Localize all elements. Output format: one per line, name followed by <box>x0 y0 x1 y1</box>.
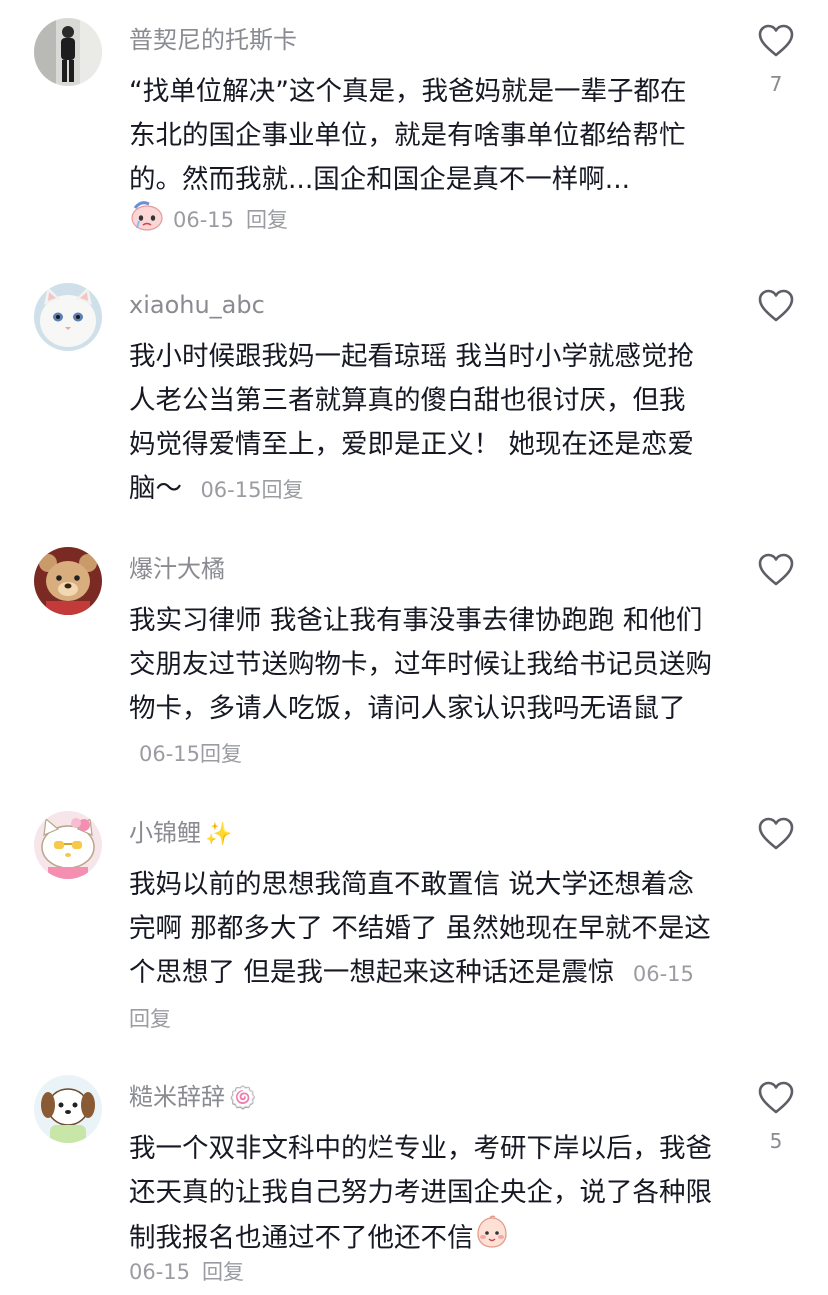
reply-button[interactable]: 回复 <box>246 205 288 235</box>
comment-item: 爆汁大橘 我实习律师 我爸让我有事没事去律协跑跑 和他们交朋友过节送购物卡，过年… <box>0 547 828 767</box>
like-area <box>752 817 800 865</box>
username-text: 糙米辞辞 <box>129 1083 225 1111</box>
comment-date: 06-15 <box>139 742 201 766</box>
comment-meta: 06-15 回复 <box>129 200 288 240</box>
comment-item: 小锦鲤 ✨ 我妈以前的思想我简直不敢置信 说大学还想着念完啊 那都多大了 不结婚了… <box>0 811 828 1041</box>
comment-text: 我妈以前的思想我简直不敢置信 说大学还想着念完啊 那都多大了 不结婚了 虽然她现… <box>129 863 719 1041</box>
blushing-face-sticker-icon <box>474 1215 510 1263</box>
comment-date: 06-15 <box>173 208 235 232</box>
like-area: 7 <box>752 24 800 96</box>
white-cat-avatar-icon <box>34 283 102 351</box>
comment-body: 我妈以前的思想我简直不敢置信 说大学还想着念完啊 那都多大了 不结婚了 虽然她现… <box>129 869 711 988</box>
crying-face-sticker-icon <box>129 200 165 240</box>
username[interactable]: xiaohu_abc <box>129 289 265 321</box>
comment-text: 我小时候跟我妈一起看琼瑶 我当时小学就感觉抢人老公当第三者就算真的傻白甜也很讨厌… <box>129 335 709 512</box>
comment-list: 普契尼的托斯卡 “找单位解决”这个真是，我爸妈就是一辈子都在东北的国企事业单位，… <box>0 0 828 1295</box>
like-area: 5 <box>752 1081 800 1153</box>
hello-kitty-avatar-icon <box>34 811 102 879</box>
avatar[interactable] <box>34 547 102 615</box>
username[interactable]: 小锦鲤 ✨ <box>129 817 232 851</box>
comment-body: 我一个双非文科中的烂专业，考研下岸以后，我爸还天真的让我自己努力考进国企央企，说… <box>129 1133 712 1254</box>
comment-item: 糙米辞辞 🍥 我一个双非文科中的烂专业，考研下岸以后，我爸还天真的让我自己努力考进… <box>0 1075 828 1295</box>
comment-item: xiaohu_abc 我小时候跟我妈一起看琼瑶 我当时小学就感觉抢人老公当第三者… <box>0 283 828 513</box>
avatar[interactable] <box>34 1075 102 1143</box>
avatar[interactable] <box>34 283 102 351</box>
username[interactable]: 爆汁大橘 <box>129 553 225 585</box>
sparkles-icon: ✨ <box>205 822 233 847</box>
comment-meta: 06-15 回复 <box>129 1257 244 1287</box>
comment-date: 06-15 <box>632 962 694 986</box>
heart-icon[interactable] <box>758 24 794 58</box>
heart-icon[interactable] <box>758 817 794 851</box>
like-count: 5 <box>769 1129 783 1153</box>
reply-button[interactable]: 回复 <box>200 742 242 766</box>
comment-item: 普契尼的托斯卡 “找单位解决”这个真是，我爸妈就是一辈子都在东北的国企事业单位，… <box>0 18 828 248</box>
like-area <box>752 553 800 601</box>
heart-icon[interactable] <box>758 289 794 323</box>
username-text: 小锦鲤 <box>129 819 201 847</box>
like-area <box>752 289 800 337</box>
comment-body: “找单位解决”这个真是，我爸妈就是一辈子都在东北的国企事业单位，就是有啥事单位都… <box>129 76 687 195</box>
comment-text: 我一个双非文科中的烂专业，考研下岸以后，我爸还天真的让我自己努力考进国企央企，说… <box>129 1127 719 1263</box>
comment-body: 我实习律师 我爸让我有事没事去律协跑跑 和他们交朋友过节送购物卡，过年时候让我给… <box>129 605 712 724</box>
reply-button[interactable]: 回复 <box>129 1007 171 1031</box>
comment-date: 06-15 <box>129 1260 191 1284</box>
avatar[interactable] <box>34 18 102 86</box>
username[interactable]: 普契尼的托斯卡 <box>129 24 297 56</box>
heart-icon[interactable] <box>758 553 794 587</box>
comment-date: 06-15 <box>200 478 262 502</box>
like-count: 7 <box>769 72 783 96</box>
heart-icon[interactable] <box>758 1081 794 1115</box>
reply-button[interactable]: 回复 <box>261 478 303 502</box>
comment-text: “找单位解决”这个真是，我爸妈就是一辈子都在东北的国企事业单位，就是有啥事单位都… <box>129 70 709 202</box>
cartoon-dog-avatar-icon <box>34 1075 102 1143</box>
fish-cake-icon: 🍥 <box>229 1086 257 1111</box>
person-photo-avatar-icon <box>34 18 102 86</box>
comment-text: 我实习律师 我爸让我有事没事去律协跑跑 和他们交朋友过节送购物卡，过年时候让我给… <box>129 599 719 776</box>
username[interactable]: 糙米辞辞 🍥 <box>129 1081 256 1115</box>
avatar[interactable] <box>34 811 102 879</box>
reply-button[interactable]: 回复 <box>202 1257 244 1287</box>
teddy-bear-avatar-icon <box>34 547 102 615</box>
